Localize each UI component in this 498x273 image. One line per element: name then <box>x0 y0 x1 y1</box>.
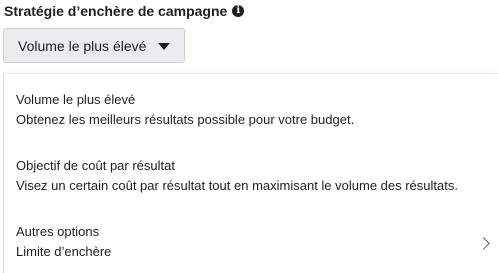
bid-strategy-dropdown[interactable]: Volume le plus élevé <box>3 28 185 63</box>
option-description: Limite d’enchère <box>16 244 112 259</box>
menu-option-other-options[interactable]: Autres options Limite d’enchère <box>16 222 498 262</box>
bid-strategy-header: Stratégie d’enchère de campagne i <box>4 2 245 20</box>
option-title: Volume le plus élevé <box>16 92 136 107</box>
option-description: Visez un certain coût par résultat tout … <box>16 178 458 193</box>
option-title: Objectif de coût par résultat <box>16 158 175 173</box>
bid-strategy-menu: Volume le plus élevé Obtenez les meilleu… <box>3 73 498 273</box>
caret-down-icon <box>158 43 171 50</box>
menu-option-cost-per-result-goal[interactable]: Objectif de coût par résultat Visez un c… <box>16 156 498 196</box>
option-title: Autres options <box>16 224 100 239</box>
dropdown-selected-label: Volume le plus élevé <box>18 37 147 54</box>
menu-option-highest-volume[interactable]: Volume le plus élevé Obtenez les meilleu… <box>16 90 498 130</box>
option-description: Obtenez les meilleurs résultats possible… <box>16 112 355 127</box>
page-title: Stratégie d’enchère de campagne <box>4 3 228 19</box>
info-icon[interactable]: i <box>232 5 245 17</box>
